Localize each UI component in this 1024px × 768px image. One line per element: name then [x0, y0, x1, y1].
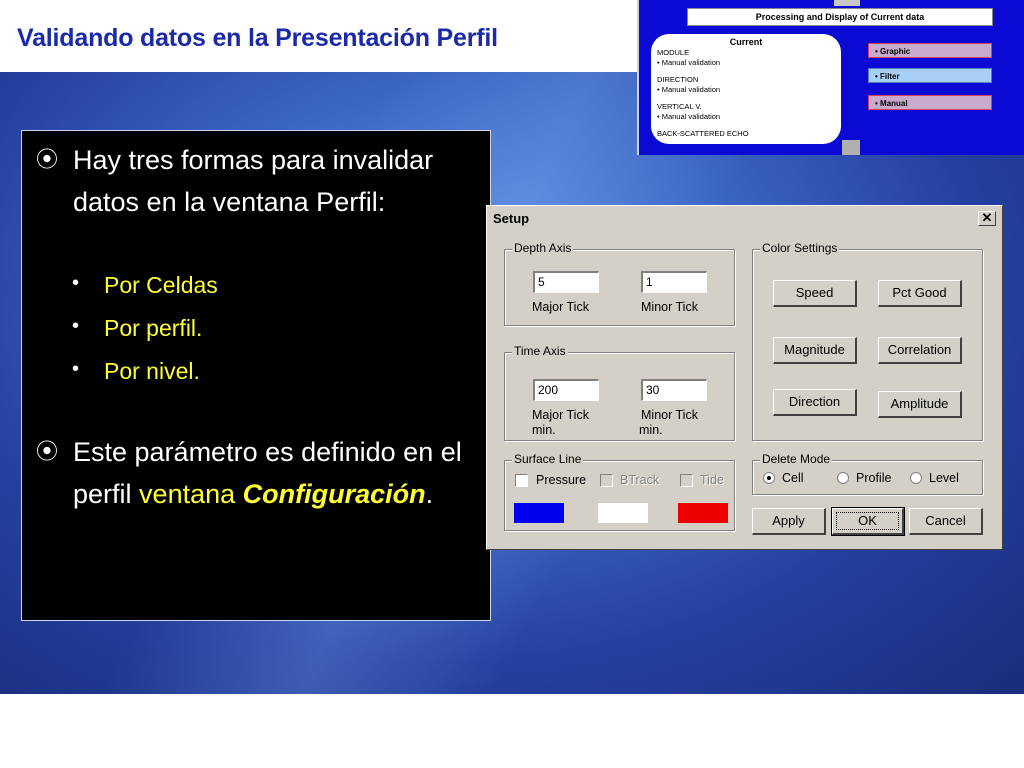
sub-bullet-2-text: Por perfil.: [104, 315, 203, 341]
level-label: Level: [929, 471, 959, 485]
delete-mode-group: Delete Mode Cell Profile Level: [752, 452, 983, 495]
dot-bullet-icon: •: [72, 315, 80, 337]
processing-inset-screenshot: Processing and Display of Current data C…: [637, 0, 1024, 155]
down-arrow-icon: [834, 0, 860, 6]
ok-button[interactable]: OK: [831, 507, 905, 536]
delete-mode-label: Delete Mode: [760, 452, 833, 466]
card-line: DIRECTION: [657, 75, 699, 84]
pct-good-button[interactable]: Pct Good: [878, 280, 962, 307]
surface-color-red-swatch[interactable]: [678, 503, 728, 523]
slide-footer: [0, 694, 1024, 768]
inset-filter-button: • Filter: [868, 68, 992, 83]
btrack-checkbox[interactable]: [600, 474, 613, 487]
title-area: Validando datos en la Presentación Perfi…: [0, 0, 637, 72]
amplitude-button[interactable]: Amplitude: [878, 391, 962, 418]
cell-radio[interactable]: [763, 472, 775, 484]
magnitude-button[interactable]: Magnitude: [773, 337, 857, 364]
time-major-min-label: min.: [532, 423, 556, 437]
bullet-2-highlight-emphasis: Configuración: [242, 479, 426, 509]
surface-color-white-swatch[interactable]: [598, 503, 648, 523]
time-minor-min-label: min.: [639, 423, 663, 437]
depth-axis-group: Depth Axis 5 1 Major Tick Minor Tick: [504, 241, 735, 326]
time-minor-tick-input[interactable]: 30: [641, 379, 707, 401]
bullet-2-highlight: ventana: [139, 479, 236, 509]
color-settings-label: Color Settings: [760, 241, 840, 255]
surface-line-group: Surface Line Pressure BTrack Tide: [504, 452, 735, 531]
bullet-2-text: Este parámetro es definido en el perfil …: [73, 431, 493, 515]
apply-button[interactable]: Apply: [752, 508, 826, 535]
cancel-button[interactable]: Cancel: [909, 508, 983, 535]
target-bullet-icon: ⦿: [36, 147, 59, 172]
card-line: VERTICAL V.: [657, 102, 702, 111]
setup-dialog: Setup ✕ Depth Axis 5 1 Major Tick Minor …: [486, 205, 1003, 550]
slide-title: Validando datos en la Presentación Perfi…: [17, 24, 498, 52]
profile-label: Profile: [856, 471, 892, 485]
radio-selected-dot: [767, 476, 771, 480]
current-card-title: Current: [729, 37, 763, 47]
surface-color-blue-swatch[interactable]: [514, 503, 564, 523]
bullet-text-panel: ⦿ Hay tres formas para invalidar datos e…: [21, 130, 491, 621]
time-major-tick-label: Major Tick: [532, 408, 589, 422]
time-minor-tick-label: Minor Tick: [641, 408, 698, 422]
pressure-checkbox[interactable]: [515, 474, 528, 487]
dot-bullet-icon: •: [72, 358, 80, 380]
card-line: • Manual validation: [657, 112, 721, 121]
pressure-label: Pressure: [536, 473, 587, 487]
speed-button[interactable]: Speed: [773, 280, 857, 307]
dialog-title: Setup: [493, 211, 530, 226]
level-radio[interactable]: [910, 472, 922, 484]
dialog-title-bar[interactable]: Setup ✕: [489, 208, 1000, 229]
time-axis-label: Time Axis: [512, 344, 568, 358]
inset-tab: [842, 140, 860, 155]
direction-button[interactable]: Direction: [773, 389, 857, 416]
time-axis-group: Time Axis 200 30 Major Tick min. Minor T…: [504, 344, 735, 441]
depth-axis-label: Depth Axis: [512, 241, 574, 255]
cell-label: Cell: [782, 471, 804, 485]
tide-label: Tide: [700, 473, 724, 487]
btrack-label: BTrack: [620, 473, 660, 487]
card-line: • Manual validation: [657, 85, 721, 94]
bullet-2-period: .: [425, 479, 434, 509]
card-line: BACK-SCATTERED ECHO: [657, 129, 749, 138]
close-icon[interactable]: ✕: [978, 211, 996, 226]
depth-major-tick-input[interactable]: 5: [533, 271, 599, 293]
depth-minor-tick-label: Minor Tick: [641, 300, 698, 314]
bullet-1-text: Hay tres formas para invalidar datos en …: [73, 145, 434, 217]
profile-radio[interactable]: [837, 472, 849, 484]
sub-bullet-3-text: Por nivel.: [104, 358, 200, 384]
focus-ring: [836, 512, 899, 530]
card-line: • Manual validation: [657, 58, 721, 67]
card-line: MODULE: [657, 48, 690, 57]
inset-header: Processing and Display of Current data: [687, 8, 993, 26]
inset-manual-button: • Manual: [868, 95, 992, 110]
time-major-tick-input[interactable]: 200: [533, 379, 599, 401]
depth-major-tick-label: Major Tick: [532, 300, 589, 314]
depth-minor-tick-input[interactable]: 1: [641, 271, 707, 293]
current-card: Current MODULE • Manual validation DIREC…: [651, 34, 841, 144]
inset-graphic-button: • Graphic: [868, 43, 992, 58]
surface-line-label: Surface Line: [512, 452, 584, 466]
dot-bullet-icon: •: [72, 272, 80, 294]
color-settings-group: Color Settings Speed Pct Good Magnitude …: [752, 241, 983, 441]
sub-bullet-1-text: Por Celdas: [104, 272, 218, 298]
correlation-button[interactable]: Correlation: [878, 337, 962, 364]
target-bullet-icon: ⦿: [36, 439, 59, 464]
tide-checkbox[interactable]: [680, 474, 693, 487]
